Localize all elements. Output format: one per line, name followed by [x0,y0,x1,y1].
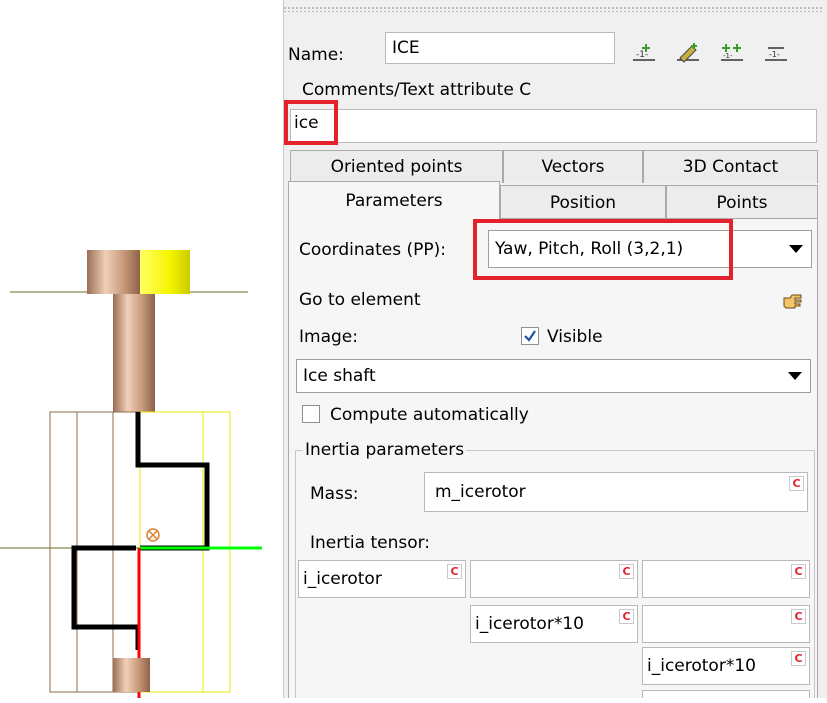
profile-lower [71,545,141,650]
comments-highlight: ice [284,100,338,145]
tensor-cell-1-1[interactable]: i_icerotor C [298,560,466,598]
inertia-tensor-label: Inertia tensor: [310,533,431,553]
tensor-cell-1-3[interactable]: C [642,560,810,598]
tensor-cell-2-3[interactable]: C [642,605,810,643]
name-value: ICE [392,37,420,58]
mass-value: m_icerotor [435,481,526,502]
c-button[interactable]: C [619,609,634,624]
panel-grip[interactable] [283,6,823,12]
image-value: Ice shaft [303,366,376,386]
c-button[interactable]: C [791,651,806,666]
coordinates-label: Coordinates (PP): [299,240,446,260]
tab-points[interactable]: Points [666,185,818,219]
pointing-hand-icon[interactable] [782,292,804,310]
tab-parameters[interactable]: Parameters [288,181,500,219]
top-cap-right [140,250,190,294]
tensor-cell-next[interactable] [642,690,810,698]
shaft [113,294,155,412]
c-button[interactable]: C [791,609,806,624]
goto-label: Go to element [299,290,421,310]
visible-checkbox[interactable] [521,327,539,345]
tab-3d-contact[interactable]: 3D Contact [643,150,818,183]
coordinates-value: Yaw, Pitch, Roll (3,2,1) [495,239,684,259]
visible-label: Visible [547,327,603,347]
tab-oriented-points[interactable]: Oriented points [290,150,503,183]
comments-input[interactable] [290,109,817,143]
tensor-cell-2-2[interactable]: i_icerotor*10 C [470,605,638,643]
align-icon[interactable]: -1- [762,40,790,64]
svg-text:-1-: -1- [769,50,780,59]
tab-vectors[interactable]: Vectors [503,150,643,183]
chevron-down-icon [788,372,802,380]
c-button[interactable]: C [447,564,462,579]
image-select[interactable]: Ice shaft [296,359,811,393]
mass-c-button[interactable]: C [789,476,804,491]
profile-upper [135,412,210,551]
c-button[interactable]: C [791,564,806,579]
tensor-cell-1-2[interactable]: C [470,560,638,598]
3d-viewport[interactable] [0,0,262,698]
checkmark-icon [524,330,536,342]
tensor-cell-3-3[interactable]: i_icerotor*10 C [642,647,810,685]
model-view[interactable] [0,0,262,698]
edit-icon[interactable] [674,40,702,64]
mass-input[interactable]: m_icerotor C [424,472,808,512]
name-input[interactable]: ICE [385,32,615,64]
compute-checkbox[interactable] [302,405,320,423]
comments-label: Comments/Text attribute C [300,80,534,100]
add-multiple-icon[interactable]: -1- [718,40,746,64]
image-label: Image: [299,327,358,347]
compute-label: Compute automatically [330,405,529,425]
chevron-down-icon [789,245,803,253]
add-point-icon[interactable]: -1- [630,40,658,64]
top-cap-left [87,250,140,294]
bottom-cap [113,658,150,692]
inertia-group-label: Inertia parameters [303,440,467,460]
comments-value: ice [294,112,319,133]
c-button[interactable]: C [619,564,634,579]
mass-label: Mass: [310,484,359,504]
name-label: Name: [288,45,344,65]
svg-text:-1-: -1- [723,52,733,60]
tab-position[interactable]: Position [500,185,666,219]
